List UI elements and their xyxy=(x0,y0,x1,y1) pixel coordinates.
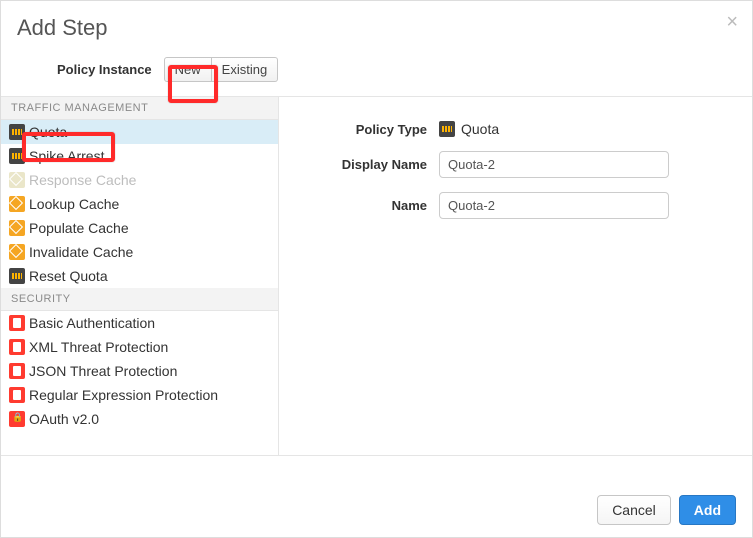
close-icon[interactable]: × xyxy=(726,11,738,34)
cache-icon xyxy=(9,244,25,260)
name-input[interactable] xyxy=(439,192,669,219)
category-header: SECURITY xyxy=(1,288,278,311)
policy-item-label: OAuth v2.0 xyxy=(29,411,99,427)
name-label: Name xyxy=(309,198,439,213)
policy-item-label: Regular Expression Protection xyxy=(29,387,218,403)
sec-icon xyxy=(9,363,25,379)
modal-title: Add Step xyxy=(17,15,736,41)
policy-instance-existing-button[interactable]: Existing xyxy=(212,57,279,82)
add-step-modal: Add Step × Policy Instance New Existing … xyxy=(0,0,753,538)
policy-item-label: Response Cache xyxy=(29,172,136,188)
cancel-button[interactable]: Cancel xyxy=(597,495,671,525)
policy-item-label: Spike Arrest xyxy=(29,148,104,164)
quota-icon xyxy=(439,121,455,137)
name-row: Name xyxy=(309,192,722,219)
policy-item-label: XML Threat Protection xyxy=(29,339,168,355)
quota-icon xyxy=(9,124,25,140)
quota-icon xyxy=(9,148,25,164)
policy-list-panel[interactable]: TRAFFIC MANAGEMENT Quota Spike Arrest Respo… xyxy=(1,97,279,455)
modal-body: TRAFFIC MANAGEMENT Quota Spike Arrest Respo… xyxy=(1,96,752,456)
policy-item[interactable]: Lookup Cache xyxy=(1,192,278,216)
policy-item[interactable]: Reset Quota xyxy=(1,264,278,288)
policy-item[interactable]: Quota xyxy=(1,120,278,144)
cache-icon xyxy=(9,220,25,236)
policy-instance-row: Policy Instance New Existing xyxy=(1,51,752,96)
oauth-icon xyxy=(9,411,25,427)
policy-item-label: Quota xyxy=(29,124,67,140)
modal-footer: Cancel Add xyxy=(1,483,752,537)
display-name-label: Display Name xyxy=(309,157,439,172)
policy-item[interactable]: JSON Threat Protection xyxy=(1,359,278,383)
policy-type-label: Policy Type xyxy=(309,122,439,137)
policy-instance-toggle: New Existing xyxy=(164,57,279,82)
policy-item[interactable]: Invalidate Cache xyxy=(1,240,278,264)
add-button[interactable]: Add xyxy=(679,495,736,525)
sec-icon xyxy=(9,315,25,331)
policy-item[interactable]: Spike Arrest xyxy=(1,144,278,168)
policy-item-label: Basic Authentication xyxy=(29,315,155,331)
display-name-row: Display Name xyxy=(309,151,722,178)
policy-item[interactable]: Basic Authentication xyxy=(1,311,278,335)
modal-header: Add Step xyxy=(1,1,752,51)
policy-item-label: Lookup Cache xyxy=(29,196,119,212)
policy-item-label: Populate Cache xyxy=(29,220,129,236)
policy-type-row: Policy Type Quota xyxy=(309,121,722,137)
quota-icon xyxy=(9,268,25,284)
policy-item: Response Cache xyxy=(1,168,278,192)
policy-form-panel: Policy Type Quota Display Name Name xyxy=(279,97,752,455)
category-header: TRAFFIC MANAGEMENT xyxy=(1,97,278,120)
policy-instance-new-button[interactable]: New xyxy=(164,57,212,82)
cache-icon xyxy=(9,196,25,212)
policy-item-label: Invalidate Cache xyxy=(29,244,133,260)
sec-icon xyxy=(9,387,25,403)
policy-item-label: JSON Threat Protection xyxy=(29,363,177,379)
policy-item[interactable]: OAuth v2.0 xyxy=(1,407,278,431)
policy-type-text: Quota xyxy=(461,121,499,137)
policy-item[interactable]: Populate Cache xyxy=(1,216,278,240)
policy-item[interactable]: XML Threat Protection xyxy=(1,335,278,359)
display-name-input[interactable] xyxy=(439,151,669,178)
policy-item[interactable]: Regular Expression Protection xyxy=(1,383,278,407)
policy-instance-label: Policy Instance xyxy=(57,62,152,77)
policy-type-value: Quota xyxy=(439,121,499,137)
policy-item-label: Reset Quota xyxy=(29,268,108,284)
cache-dis-icon xyxy=(9,172,25,188)
sec-icon xyxy=(9,339,25,355)
